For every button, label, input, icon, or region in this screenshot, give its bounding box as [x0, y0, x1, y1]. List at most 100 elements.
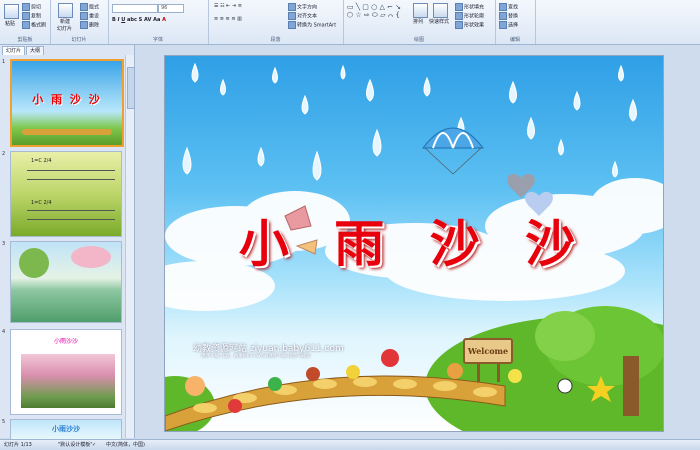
character-chick	[508, 369, 522, 383]
paste-icon[interactable]	[4, 4, 19, 19]
character-bear	[306, 367, 320, 381]
character-red	[381, 349, 399, 367]
character-girl	[185, 376, 205, 396]
shape-effects-button[interactable]: 形状效果	[455, 21, 484, 29]
raindrops	[182, 62, 637, 198]
drawing-group: ▭ ╲ ▢ ○ △ ⌐ ↘ ⬡ ☆ ⇨ ⬭ ▱ ⌒ { 排列 快速样式 形状填充 …	[343, 0, 496, 44]
tab-outline[interactable]: 大纲	[26, 46, 45, 55]
shape-fill-label: 形状填充	[464, 4, 485, 11]
slide-thumbnail-2[interactable]: 1=C 2/4 1=C 2/4	[10, 151, 122, 237]
layout-icon	[80, 3, 88, 11]
slide-canvas[interactable]: 小 雨 沙 沙 幼教资源网站 ziyuan.baby611.com 课件下载 儿…	[164, 55, 664, 432]
format-painter-label: 格式刷	[31, 22, 47, 29]
slide-number: 4	[2, 329, 6, 335]
parachute	[421, 127, 485, 175]
reset-label: 重设	[89, 13, 100, 20]
clipboard-group: 粘贴 剪切 复制 格式刷 剪贴板	[0, 0, 51, 44]
slides-group-label: 幻灯片	[71, 37, 87, 43]
tree-crown	[535, 311, 595, 361]
character-frog	[268, 377, 282, 391]
format-painter-button[interactable]: 格式刷	[22, 21, 46, 29]
copy-label: 复制	[31, 13, 42, 20]
shape-effects-label: 形状效果	[464, 22, 485, 29]
slide-thumbnail-3[interactable]	[10, 241, 122, 323]
select-button[interactable]: 选择	[499, 21, 518, 29]
find-button[interactable]: 查找	[499, 3, 518, 11]
thumbnail-line-1: 1=C 2/4	[31, 158, 52, 164]
slide-thumbnail-1[interactable]: 小 雨 沙 沙	[10, 59, 124, 147]
smartart-button[interactable]: 转换为 SmartArt	[288, 21, 336, 29]
scrollbar-thumb[interactable]	[127, 67, 135, 109]
shapes-gallery[interactable]: ▭ ╲ ▢ ○ △ ⌐ ↘ ⬡ ☆ ⇨ ⬭ ▱ ⌒ {	[347, 3, 401, 20]
shape-outline-button[interactable]: 形状轮廓	[455, 12, 484, 20]
new-slide-button-line2[interactable]: 幻灯片	[57, 25, 72, 32]
font-format-buttons[interactable]: B I U abc S AV Aa A	[112, 17, 166, 23]
font-name-combo[interactable]	[112, 4, 158, 13]
thumbnail-title: 小 雨 沙 沙	[32, 93, 102, 106]
shape-fill-button[interactable]: 形状填充	[455, 3, 484, 11]
font-group-label: 字体	[152, 37, 163, 43]
thumbnail-notation-1	[27, 170, 115, 180]
sign-post	[477, 362, 480, 382]
thumbnail-picture	[21, 354, 115, 408]
thumbnail-bridge	[22, 129, 112, 135]
thumbnail-line-2: 1=C 2/4	[31, 200, 52, 206]
quick-styles-icon[interactable]	[433, 3, 448, 18]
thumbnail-title: 小雨沙沙	[53, 338, 78, 345]
character-cow	[557, 378, 573, 394]
slide-title[interactable]: 小 雨 沙 沙	[165, 204, 663, 276]
thumbnail-notation-2	[27, 210, 115, 220]
effects-icon	[455, 21, 463, 29]
slide-thumbnail-4[interactable]: 小雨沙沙	[10, 329, 122, 415]
ribbon: 粘贴 剪切 复制 格式刷 剪贴板 新建 幻灯片 版式 重设 删除 幻灯片 96 …	[0, 0, 700, 45]
outline-icon	[455, 12, 463, 20]
new-slide-icon[interactable]	[58, 3, 73, 18]
smartart-label: 转换为 SmartArt	[297, 22, 337, 29]
panel-tabs: 幻灯片 大纲	[0, 45, 134, 55]
drawing-group-label: 绘图	[413, 37, 424, 43]
character-duck	[346, 365, 360, 379]
thumbnail-title: 小雨沙沙	[52, 425, 80, 433]
quick-styles-button[interactable]: 快速样式	[429, 18, 449, 25]
panel-scrollbar[interactable]	[125, 55, 135, 438]
slide-number: 1	[2, 59, 6, 65]
select-label: 选择	[508, 22, 519, 29]
text-direction-button[interactable]: 文字方向	[288, 3, 317, 11]
character-bird	[228, 399, 242, 413]
list-buttons[interactable]: ☰ ☷ ⇤ ⇥ ≡	[214, 3, 242, 9]
tab-slides[interactable]: 幻灯片	[2, 46, 26, 55]
delete-icon	[80, 21, 88, 29]
delete-label: 删除	[89, 22, 100, 29]
align-text-button[interactable]: 对齐文本	[288, 12, 317, 20]
align-text-label: 对齐文本	[297, 13, 318, 20]
paragraph-group: ☰ ☷ ⇤ ⇥ ≡ ≡ ≡ ≡ ≡ ▥ 文字方向 对齐文本 转换为 SmartA…	[208, 0, 344, 44]
copy-icon	[22, 12, 30, 20]
arrange-icon[interactable]	[413, 3, 428, 18]
align-text-icon	[288, 12, 296, 20]
brush-icon	[22, 21, 30, 29]
slide-thumbnail-5[interactable]: 小雨沙沙	[10, 419, 122, 440]
font-size-combo[interactable]: 96	[158, 4, 184, 13]
find-label: 查找	[508, 4, 519, 11]
arrange-button[interactable]: 排列	[413, 18, 423, 25]
editing-group-label: 编辑	[509, 37, 520, 43]
scissors-icon	[22, 3, 30, 11]
cut-button[interactable]: 剪切	[22, 3, 41, 11]
copy-button[interactable]: 复制	[22, 12, 41, 20]
replace-button[interactable]: 替换	[499, 12, 518, 20]
shape-outline-label: 形状轮廓	[464, 13, 485, 20]
character-monkey	[447, 363, 463, 379]
slides-panel: 幻灯片 大纲 1 小 雨 沙 沙 2 1=C 2/4 1=C 2/4 3 4 小…	[0, 45, 135, 440]
align-buttons[interactable]: ≡ ≡ ≡ ≡ ▥	[214, 16, 242, 22]
thumbnail-blossom	[71, 246, 111, 268]
reset-button[interactable]: 重设	[80, 12, 99, 20]
binoculars-icon	[499, 3, 507, 11]
layout-button[interactable]: 版式	[80, 3, 99, 11]
new-slide-button[interactable]: 新建	[60, 18, 70, 25]
delete-slide-button[interactable]: 删除	[80, 21, 99, 29]
slides-group: 新建 幻灯片 版式 重设 删除 幻灯片	[50, 0, 109, 44]
paste-button[interactable]: 粘贴	[5, 20, 15, 27]
welcome-sign: Welcome	[463, 338, 513, 364]
slide-number: 5	[2, 419, 6, 425]
slide-number: 2	[2, 151, 6, 157]
